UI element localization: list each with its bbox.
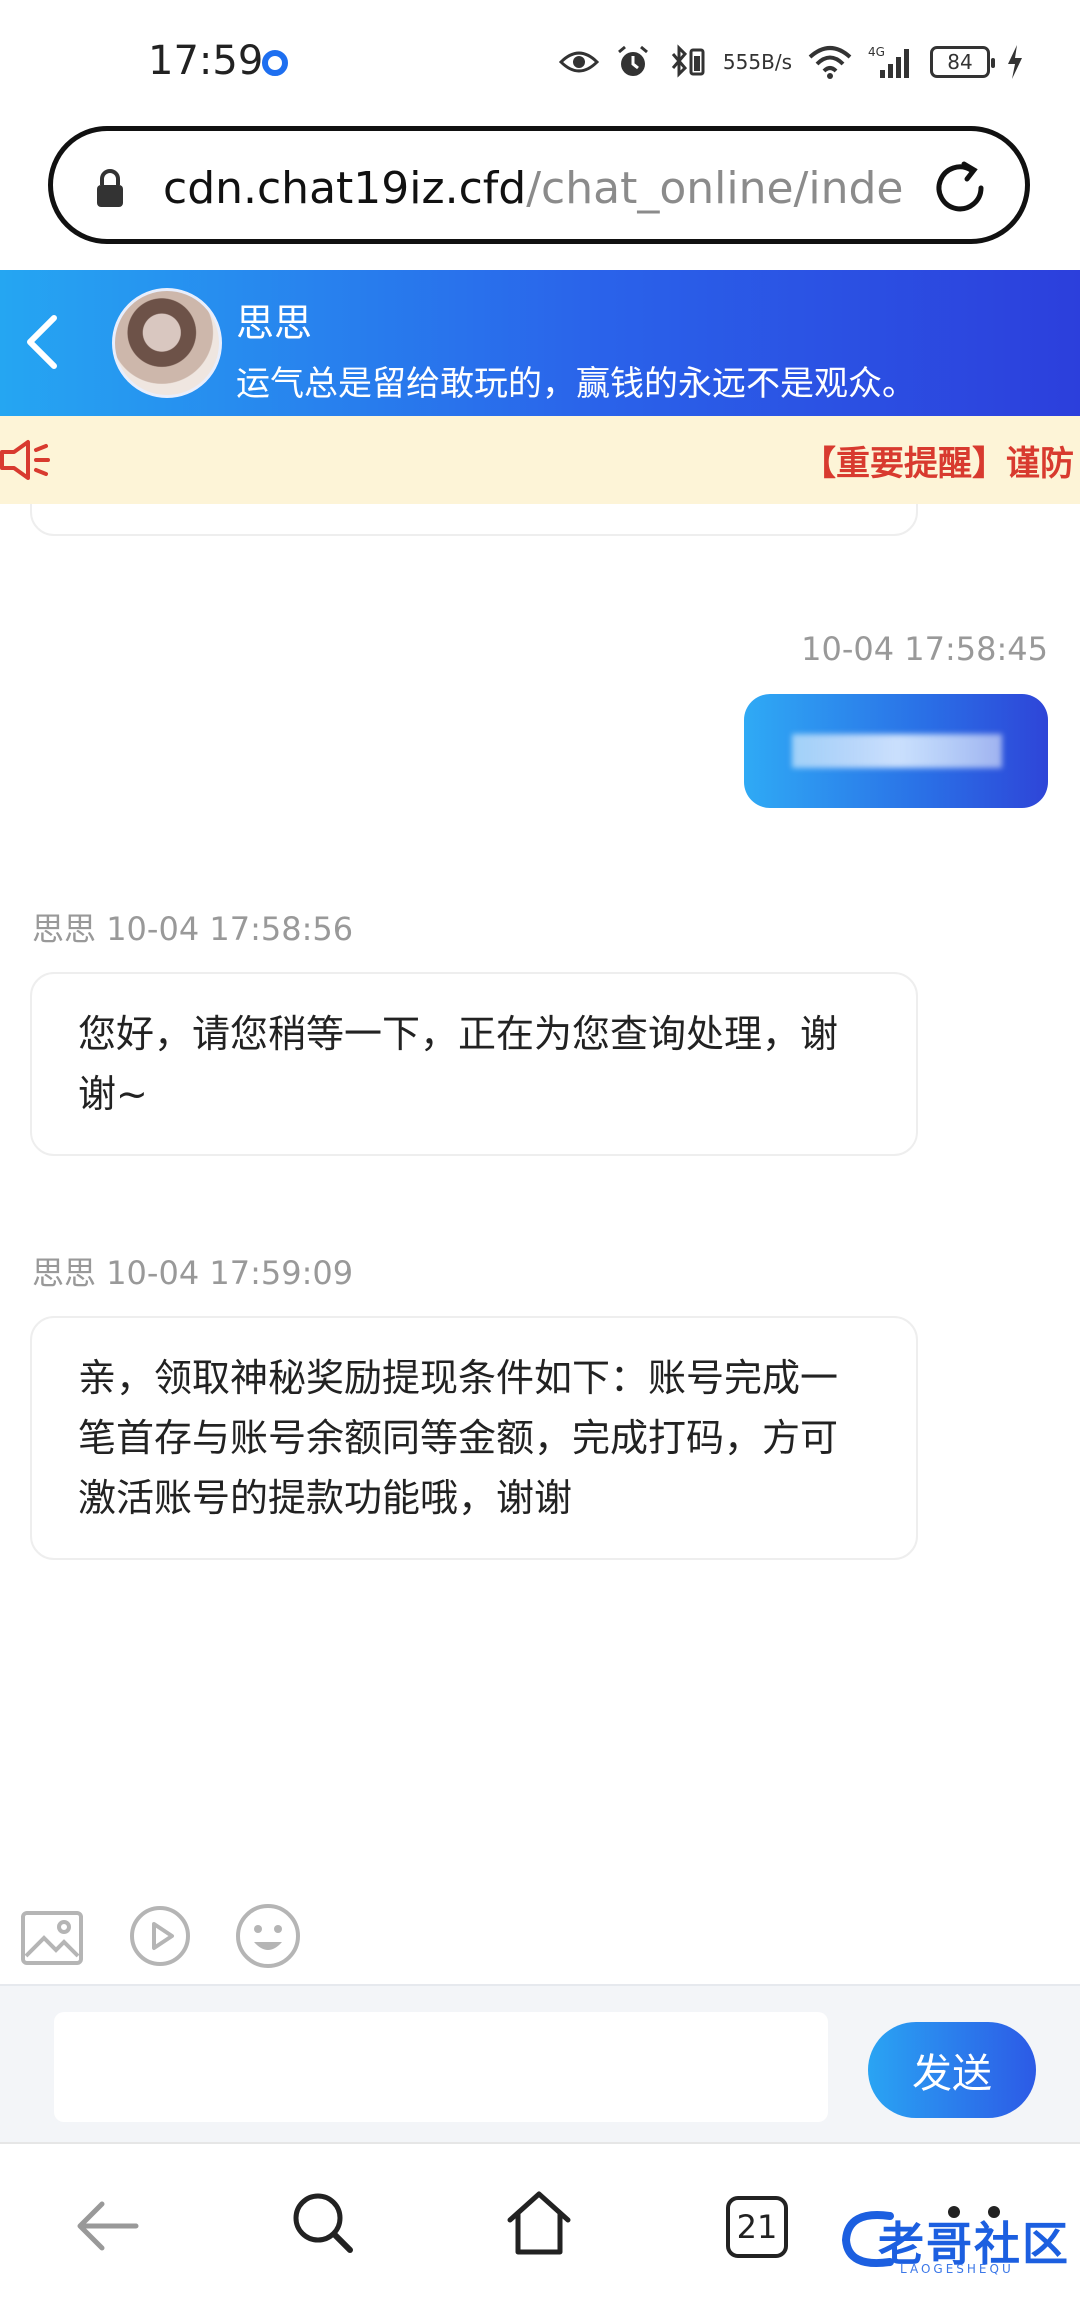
message-bubble-partial bbox=[30, 504, 918, 536]
alarm-icon bbox=[615, 44, 651, 80]
chat-header: 思思 运气总是留给敢玩的，赢钱的永远不是观众。 bbox=[0, 270, 1080, 416]
watermark-logo: 老哥社区 LAOGESHEQU bbox=[838, 2204, 1068, 2284]
emoji-icon[interactable] bbox=[234, 1902, 302, 1974]
agent-message-bubble: 您好，请您稍等一下，正在为您查询处理，谢谢~ bbox=[30, 972, 918, 1156]
notice-bar: 【重要提醒】谨防 bbox=[0, 416, 1080, 504]
agent-message-bubble: 亲，领取神秘奖励提现条件如下：账号完成一笔首存与账号余额同等金额，完成打码，方可… bbox=[30, 1316, 918, 1560]
chat-area: 10-04 17:58:45 思思 10-04 17:58:56 您好，请您稍等… bbox=[0, 504, 1080, 1884]
search-icon[interactable] bbox=[290, 2190, 356, 2260]
back-arrow-icon[interactable] bbox=[76, 2196, 140, 2260]
notice-text: 【重要提醒】谨防 bbox=[802, 444, 1074, 484]
eye-icon bbox=[558, 48, 599, 76]
speaker-icon bbox=[0, 438, 56, 486]
back-icon[interactable] bbox=[22, 312, 62, 376]
url-bar[interactable]: cdn.chat19iz.cfd/chat_online/inde bbox=[48, 126, 1030, 244]
net-speed: 555 B/s bbox=[722, 50, 792, 74]
tabs-icon[interactable]: 21 bbox=[726, 2196, 788, 2258]
signal-icon: 4G bbox=[868, 44, 914, 80]
message-meta: 思思 10-04 17:59:09 bbox=[32, 1248, 353, 1294]
wifi-icon bbox=[808, 45, 852, 79]
message-timestamp: 10-04 17:58:45 bbox=[801, 630, 1048, 668]
bluetooth-icon bbox=[667, 44, 707, 80]
status-bar: 17:59 555 B/s 4G 84 bbox=[0, 0, 1080, 124]
url-path: /chat_online/inde bbox=[526, 163, 904, 214]
redacted-content bbox=[792, 734, 1002, 768]
sender-name: 思思 bbox=[32, 1254, 97, 1292]
reload-icon[interactable] bbox=[931, 159, 989, 221]
status-icons: 555 B/s 4G 84 bbox=[558, 36, 1024, 88]
lock-icon bbox=[95, 169, 125, 213]
agent-name: 思思 bbox=[236, 301, 313, 345]
charging-icon bbox=[1006, 45, 1024, 79]
avatar[interactable] bbox=[112, 288, 222, 398]
status-time: 17:59 bbox=[148, 38, 264, 84]
home-icon[interactable] bbox=[504, 2188, 574, 2262]
composer: 发送 bbox=[0, 1984, 1080, 2142]
message-timestamp: 10-04 17:58:56 bbox=[106, 910, 354, 948]
image-icon[interactable] bbox=[20, 1910, 84, 1970]
url-host: cdn.chat19iz.cfd bbox=[163, 163, 527, 214]
watermark-subtext: LAOGESHEQU bbox=[900, 2262, 1014, 2276]
send-button[interactable]: 发送 bbox=[868, 2022, 1036, 2118]
video-icon[interactable] bbox=[128, 1904, 192, 1972]
sender-name: 思思 bbox=[32, 910, 97, 948]
browser-nav: 21 老哥社区 LAOGESHEQU bbox=[0, 2142, 1080, 2310]
svg-text:4G: 4G bbox=[868, 45, 885, 59]
url-text[interactable]: cdn.chat19iz.cfd/chat_online/inde bbox=[163, 163, 943, 214]
my-message-bubble bbox=[744, 694, 1048, 808]
battery-indicator: 84 bbox=[930, 46, 995, 78]
message-meta: 思思 10-04 17:58:56 bbox=[32, 904, 353, 950]
agent-motto: 运气总是留给敢玩的，赢钱的永远不是观众。 bbox=[236, 364, 916, 404]
message-input[interactable] bbox=[54, 2012, 828, 2122]
composer-toolbar bbox=[0, 1884, 1080, 1984]
message-timestamp: 10-04 17:59:09 bbox=[106, 1254, 354, 1292]
notification-dot-icon bbox=[262, 50, 288, 76]
